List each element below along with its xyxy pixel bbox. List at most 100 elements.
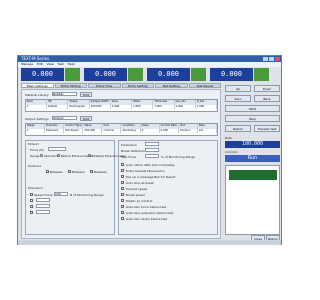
table-cell[interactable]: Rectangular <box>68 105 90 109</box>
table-cell[interactable]: Extension <box>45 129 65 133</box>
between-checkbox[interactable] <box>46 170 49 173</box>
option-checkbox[interactable] <box>121 163 124 166</box>
extend-label: Extend <box>28 142 39 146</box>
transfer-test-button[interactable]: Transfer test <box>254 125 280 132</box>
table-cell[interactable]: 0 <box>141 129 160 133</box>
readout-value: 0.000 <box>210 68 253 81</box>
option-checkbox[interactable] <box>121 217 124 220</box>
table-cell[interactable]: mm/min <box>102 129 122 133</box>
speed-force-label: Speed Force <box>34 193 53 197</box>
speed-force-checkbox[interactable] <box>30 193 33 196</box>
standard-radio[interactable] <box>40 154 43 157</box>
option-checkbox[interactable] <box>30 211 33 214</box>
option-input[interactable] <box>36 198 50 202</box>
status-indicator <box>229 170 277 180</box>
option-checkbox[interactable] <box>121 199 124 202</box>
menu-test[interactable]: Test <box>58 62 64 66</box>
between-checkbox[interactable] <box>68 170 71 173</box>
menu-manage[interactable]: Manage <box>21 62 33 66</box>
table-cell[interactable]: 1 <box>26 105 48 109</box>
table-cell[interactable]: Pull Speed <box>64 129 84 133</box>
force-select[interactable] <box>48 147 66 151</box>
table-cell[interactable]: 1.000 <box>111 105 133 109</box>
menu-edit[interactable]: Edit <box>37 62 43 66</box>
table-cell[interactable]: mm/min <box>179 129 198 133</box>
table-cell[interactable]: 100.000 <box>83 129 103 133</box>
table-row[interactable]: 1 Extension Pull Speed 100.000 mm/min Stretch… <box>26 129 217 133</box>
option-input[interactable] <box>36 210 50 214</box>
up-button[interactable]: Up <box>225 85 251 92</box>
option-checkbox[interactable] <box>121 169 124 172</box>
option-label: Elastic pr. Control <box>126 199 153 203</box>
material-edit-button[interactable]: Edit <box>80 92 92 97</box>
table-row[interactable]: 1 Rubber Rectangular 100.000 1.000 1.000 1.000… <box>26 105 217 109</box>
zero-button[interactable]: Zero <box>225 95 251 102</box>
option-checkbox[interactable] <box>121 205 124 208</box>
pretension-input[interactable] <box>145 142 159 146</box>
readout-unit-button[interactable] <box>191 68 206 81</box>
minimize-icon[interactable] <box>263 57 268 61</box>
table-cell[interactable]: Rubber <box>47 105 69 109</box>
option-checkbox[interactable] <box>30 199 33 202</box>
return-button[interactable]: Return <box>225 125 251 132</box>
multiple-extensometer-radio[interactable] <box>88 154 91 157</box>
option-label: Auto return after test completes <box>126 163 175 167</box>
option-label: Auto zero strain before test <box>126 217 168 221</box>
readout-unit-button[interactable] <box>254 68 269 81</box>
option-label: Enter Sample Dimensions <box>126 169 165 173</box>
settings-panel: Material Library Rubber Edit Num Mt Shape S… <box>21 89 221 239</box>
option-checkbox[interactable] <box>121 175 124 178</box>
break-detection-input[interactable] <box>145 148 159 152</box>
back-button[interactable]: Back <box>254 95 280 102</box>
material-select[interactable]: Rubber <box>52 92 77 96</box>
test-options-group: Pretension Break Detection Max Force % o… <box>118 140 218 235</box>
option-label: Break speed <box>126 193 145 197</box>
option-checkbox[interactable] <box>30 205 33 208</box>
readout-unit-button[interactable] <box>65 68 80 81</box>
tab-basic-settings[interactable]: Basic Settings <box>21 83 54 88</box>
option-checkbox[interactable] <box>121 181 124 184</box>
output-label: Output Settings <box>25 117 49 121</box>
maximize-icon[interactable] <box>269 57 274 61</box>
down-button[interactable]: Down <box>254 85 280 92</box>
tab-test-result[interactable]: Test Result <box>188 83 221 88</box>
option-checkbox[interactable] <box>121 187 124 190</box>
readout-force: 0.000 <box>21 68 81 81</box>
option-label: Preload speed <box>126 187 148 191</box>
tab-test-setting[interactable]: Test Setting <box>155 83 188 88</box>
option-input[interactable] <box>36 204 50 208</box>
tab-extra-time[interactable]: Extra Time <box>88 83 121 88</box>
table-cell[interactable]: 100.000 <box>90 105 111 109</box>
option-label: Auto stop at break <box>126 181 154 185</box>
output-select[interactable]: Output <box>52 116 77 120</box>
readout-unit-button[interactable] <box>128 68 143 81</box>
material-table: Num Mt Shape Sample Width Area W.Dis Thickness… <box>25 99 218 112</box>
table-cell[interactable]: 1.000 <box>175 105 196 109</box>
menu-help[interactable]: Help <box>68 62 75 66</box>
menu-view[interactable]: View <box>47 62 54 66</box>
tab-extra-setting[interactable]: Extra Setting <box>54 83 87 88</box>
break-detection-label: Break Detection <box>121 149 146 153</box>
monitoring-range-label: % of Monitoring Range <box>161 155 196 159</box>
table-cell[interactable]: Stretching <box>121 129 141 133</box>
option-checkbox[interactable] <box>121 193 124 196</box>
max-force-input[interactable] <box>145 154 159 158</box>
distance-group-label: Distance <box>28 164 42 168</box>
settings-tabs: Basic Settings Extra Setting Extra Time … <box>21 83 221 88</box>
output-edit-button[interactable]: Edit <box>80 116 92 121</box>
table-cell[interactable]: 1.000 <box>132 105 154 109</box>
table-cell[interactable]: ext <box>198 129 217 133</box>
close-icon[interactable] <box>275 57 280 61</box>
table-cell[interactable]: 1.000 <box>196 105 217 109</box>
speed-force-input[interactable]: 100 <box>54 192 68 196</box>
tab-extra-setting-2[interactable]: Extra Setting <box>121 83 154 88</box>
between-checkbox[interactable] <box>90 170 93 173</box>
stop-button[interactable]: Stop <box>225 115 280 122</box>
table-cell[interactable]: 1 <box>26 129 46 133</box>
table-cell[interactable]: 1.000 <box>153 105 175 109</box>
option-checkbox[interactable] <box>121 211 124 214</box>
start-button[interactable]: Start <box>225 105 280 112</box>
readout-value: 0.000 <box>21 68 64 81</box>
table-cell[interactable]: 0.000 <box>160 129 179 133</box>
before-extensometer-radio[interactable] <box>57 154 60 157</box>
